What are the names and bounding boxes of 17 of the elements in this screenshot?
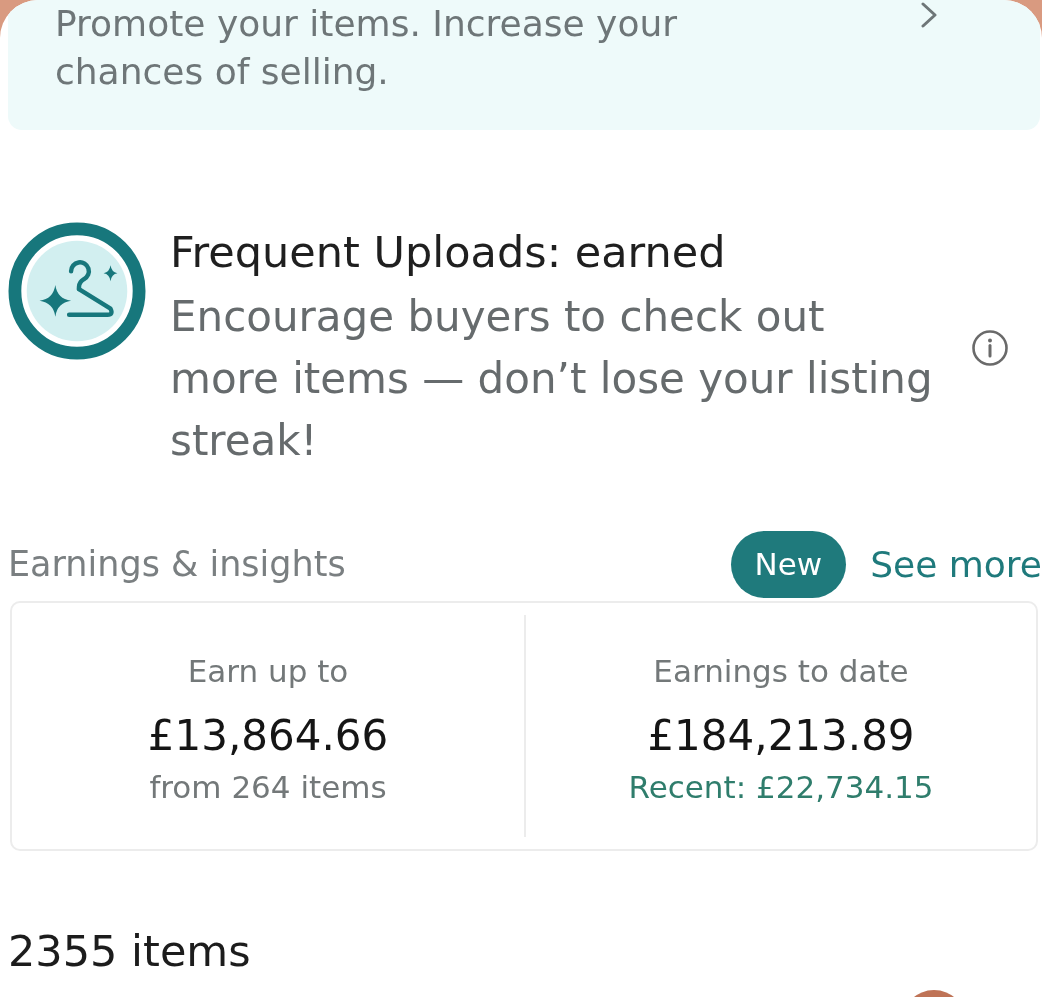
hanger-badge-icon bbox=[8, 222, 146, 360]
stat-label: Earn up to bbox=[186, 652, 350, 691]
stat-note: from 264 items bbox=[148, 771, 388, 803]
stat-label: Earnings to date bbox=[652, 652, 910, 691]
promo-text: Promote your items. Increase your chances of selling. bbox=[55, 2, 679, 94]
stat-note: Recent: £22,734.15 bbox=[627, 771, 935, 803]
stat-value: £13,864.66 bbox=[146, 710, 390, 762]
badge-description: Encourage buyers to check out more items — don’t lose your listing streak! bbox=[170, 291, 934, 467]
info-icon[interactable] bbox=[972, 330, 1008, 366]
section-title: Earnings & insights bbox=[8, 543, 347, 587]
chevron-right-icon bbox=[920, 2, 938, 28]
badge-title: Frequent Uploads: earned bbox=[170, 226, 727, 279]
see-more-link[interactable]: See more bbox=[870, 537, 1042, 592]
stat-value: £184,213.89 bbox=[646, 710, 916, 762]
promo-banner[interactable]: Promote your items. Increase your chances of selling. bbox=[8, 0, 1040, 130]
items-count: 2355 items bbox=[7, 925, 252, 978]
new-tag: New bbox=[730, 531, 847, 598]
